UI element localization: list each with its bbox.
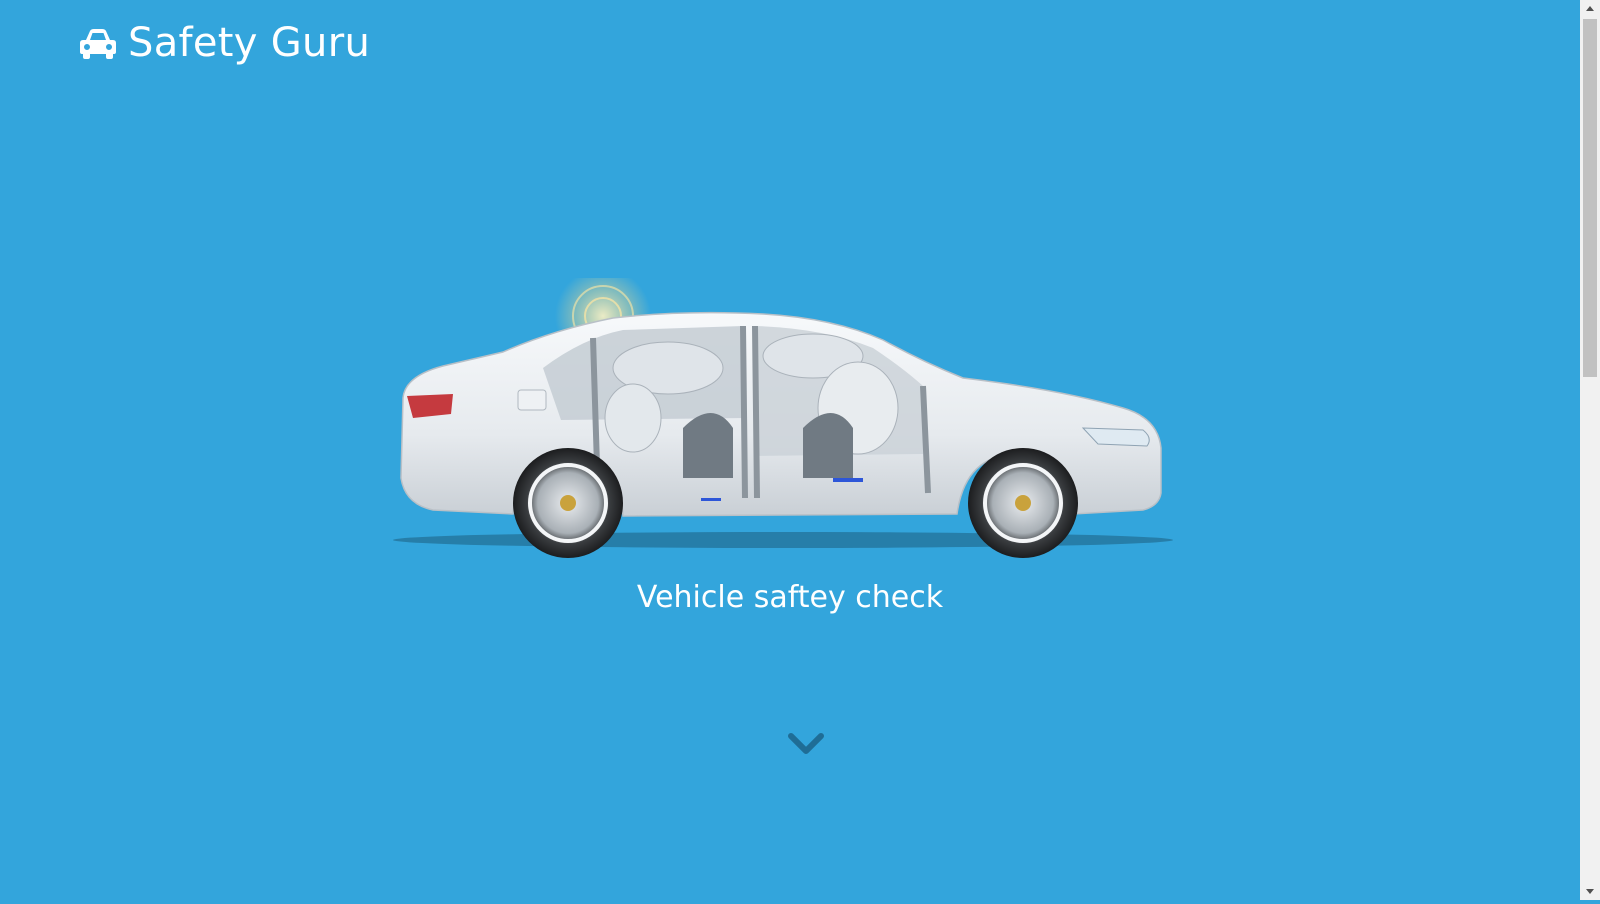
brand-link[interactable]: Safety Guru (78, 18, 370, 68)
hero-caption: Vehicle saftey check (636, 580, 944, 615)
scrollbar-thumb[interactable] (1583, 19, 1597, 377)
chevron-down-icon[interactable] (788, 732, 824, 758)
page-viewport: Safety Guru Vehicle saftey check (0, 0, 1580, 900)
arrow-down-icon (1586, 889, 1594, 894)
brand-name: Safety Guru (128, 20, 371, 66)
vehicle-cutaway-image (393, 278, 1173, 558)
scroll-up-button[interactable] (1580, 0, 1600, 17)
vertical-scrollbar[interactable] (1580, 0, 1600, 900)
arrow-up-icon (1586, 6, 1594, 11)
car-icon (80, 29, 116, 59)
scroll-down-button[interactable] (1580, 883, 1600, 900)
